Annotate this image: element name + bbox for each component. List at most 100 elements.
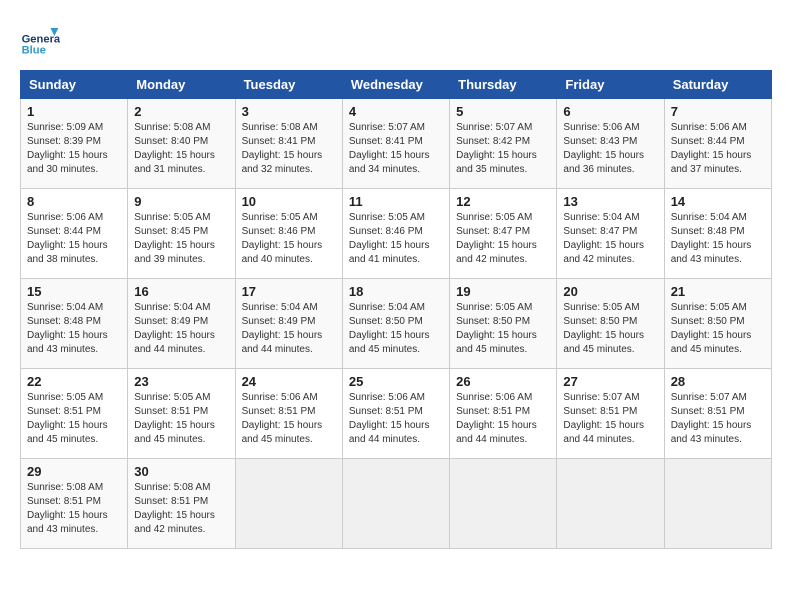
table-row: 28 Sunrise: 5:07 AMSunset: 8:51 PMDaylig… xyxy=(664,369,771,459)
day-number: 28 xyxy=(671,374,765,389)
day-number: 19 xyxy=(456,284,550,299)
day-info: Sunrise: 5:04 AMSunset: 8:49 PMDaylight:… xyxy=(134,302,215,355)
day-info: Sunrise: 5:07 AMSunset: 8:51 PMDaylight:… xyxy=(671,392,752,445)
table-row: 22 Sunrise: 5:05 AMSunset: 8:51 PMDaylig… xyxy=(21,369,128,459)
day-info: Sunrise: 5:07 AMSunset: 8:41 PMDaylight:… xyxy=(349,122,430,175)
day-number: 13 xyxy=(563,194,657,209)
day-number: 8 xyxy=(27,194,121,209)
day-info: Sunrise: 5:05 AMSunset: 8:46 PMDaylight:… xyxy=(242,212,323,265)
table-row: 5 Sunrise: 5:07 AMSunset: 8:42 PMDayligh… xyxy=(450,99,557,189)
table-row: 1 Sunrise: 5:09 AMSunset: 8:39 PMDayligh… xyxy=(21,99,128,189)
day-number: 25 xyxy=(349,374,443,389)
day-info: Sunrise: 5:04 AMSunset: 8:50 PMDaylight:… xyxy=(349,302,430,355)
col-header-friday: Friday xyxy=(557,71,664,99)
table-row: 25 Sunrise: 5:06 AMSunset: 8:51 PMDaylig… xyxy=(342,369,449,459)
day-info: Sunrise: 5:08 AMSunset: 8:51 PMDaylight:… xyxy=(134,482,215,535)
day-number: 11 xyxy=(349,194,443,209)
col-header-sunday: Sunday xyxy=(21,71,128,99)
day-number: 17 xyxy=(242,284,336,299)
day-info: Sunrise: 5:07 AMSunset: 8:51 PMDaylight:… xyxy=(563,392,644,445)
table-row: 11 Sunrise: 5:05 AMSunset: 8:46 PMDaylig… xyxy=(342,189,449,279)
table-row xyxy=(342,459,449,549)
table-row xyxy=(557,459,664,549)
day-number: 22 xyxy=(27,374,121,389)
day-number: 27 xyxy=(563,374,657,389)
day-number: 3 xyxy=(242,104,336,119)
table-row: 4 Sunrise: 5:07 AMSunset: 8:41 PMDayligh… xyxy=(342,99,449,189)
day-number: 24 xyxy=(242,374,336,389)
day-number: 14 xyxy=(671,194,765,209)
day-number: 21 xyxy=(671,284,765,299)
table-row: 26 Sunrise: 5:06 AMSunset: 8:51 PMDaylig… xyxy=(450,369,557,459)
day-info: Sunrise: 5:05 AMSunset: 8:50 PMDaylight:… xyxy=(456,302,537,355)
table-row: 7 Sunrise: 5:06 AMSunset: 8:44 PMDayligh… xyxy=(664,99,771,189)
day-info: Sunrise: 5:06 AMSunset: 8:43 PMDaylight:… xyxy=(563,122,644,175)
day-info: Sunrise: 5:05 AMSunset: 8:50 PMDaylight:… xyxy=(563,302,644,355)
day-info: Sunrise: 5:04 AMSunset: 8:48 PMDaylight:… xyxy=(27,302,108,355)
table-row: 30 Sunrise: 5:08 AMSunset: 8:51 PMDaylig… xyxy=(128,459,235,549)
table-row: 13 Sunrise: 5:04 AMSunset: 8:47 PMDaylig… xyxy=(557,189,664,279)
day-number: 10 xyxy=(242,194,336,209)
day-info: Sunrise: 5:06 AMSunset: 8:51 PMDaylight:… xyxy=(456,392,537,445)
table-row: 14 Sunrise: 5:04 AMSunset: 8:48 PMDaylig… xyxy=(664,189,771,279)
table-row: 24 Sunrise: 5:06 AMSunset: 8:51 PMDaylig… xyxy=(235,369,342,459)
table-row: 3 Sunrise: 5:08 AMSunset: 8:41 PMDayligh… xyxy=(235,99,342,189)
table-row: 21 Sunrise: 5:05 AMSunset: 8:50 PMDaylig… xyxy=(664,279,771,369)
day-number: 4 xyxy=(349,104,443,119)
table-row: 17 Sunrise: 5:04 AMSunset: 8:49 PMDaylig… xyxy=(235,279,342,369)
day-number: 20 xyxy=(563,284,657,299)
day-number: 6 xyxy=(563,104,657,119)
table-row: 16 Sunrise: 5:04 AMSunset: 8:49 PMDaylig… xyxy=(128,279,235,369)
table-row: 6 Sunrise: 5:06 AMSunset: 8:43 PMDayligh… xyxy=(557,99,664,189)
col-header-thursday: Thursday xyxy=(450,71,557,99)
day-number: 26 xyxy=(456,374,550,389)
table-row: 8 Sunrise: 5:06 AMSunset: 8:44 PMDayligh… xyxy=(21,189,128,279)
day-number: 18 xyxy=(349,284,443,299)
day-info: Sunrise: 5:05 AMSunset: 8:45 PMDaylight:… xyxy=(134,212,215,265)
day-number: 15 xyxy=(27,284,121,299)
day-info: Sunrise: 5:04 AMSunset: 8:48 PMDaylight:… xyxy=(671,212,752,265)
day-info: Sunrise: 5:05 AMSunset: 8:51 PMDaylight:… xyxy=(134,392,215,445)
table-row: 23 Sunrise: 5:05 AMSunset: 8:51 PMDaylig… xyxy=(128,369,235,459)
day-info: Sunrise: 5:07 AMSunset: 8:42 PMDaylight:… xyxy=(456,122,537,175)
day-info: Sunrise: 5:05 AMSunset: 8:50 PMDaylight:… xyxy=(671,302,752,355)
col-header-tuesday: Tuesday xyxy=(235,71,342,99)
day-number: 29 xyxy=(27,464,121,479)
table-row: 12 Sunrise: 5:05 AMSunset: 8:47 PMDaylig… xyxy=(450,189,557,279)
day-info: Sunrise: 5:06 AMSunset: 8:51 PMDaylight:… xyxy=(242,392,323,445)
day-number: 16 xyxy=(134,284,228,299)
day-info: Sunrise: 5:05 AMSunset: 8:51 PMDaylight:… xyxy=(27,392,108,445)
svg-text:Blue: Blue xyxy=(22,45,46,57)
day-info: Sunrise: 5:06 AMSunset: 8:44 PMDaylight:… xyxy=(27,212,108,265)
day-number: 2 xyxy=(134,104,228,119)
day-number: 30 xyxy=(134,464,228,479)
col-header-monday: Monday xyxy=(128,71,235,99)
table-row: 27 Sunrise: 5:07 AMSunset: 8:51 PMDaylig… xyxy=(557,369,664,459)
day-number: 1 xyxy=(27,104,121,119)
col-header-wednesday: Wednesday xyxy=(342,71,449,99)
day-info: Sunrise: 5:06 AMSunset: 8:44 PMDaylight:… xyxy=(671,122,752,175)
table-row: 29 Sunrise: 5:08 AMSunset: 8:51 PMDaylig… xyxy=(21,459,128,549)
day-info: Sunrise: 5:08 AMSunset: 8:51 PMDaylight:… xyxy=(27,482,108,535)
day-number: 23 xyxy=(134,374,228,389)
day-number: 7 xyxy=(671,104,765,119)
logo: General Blue xyxy=(20,20,64,60)
day-info: Sunrise: 5:05 AMSunset: 8:46 PMDaylight:… xyxy=(349,212,430,265)
table-row: 2 Sunrise: 5:08 AMSunset: 8:40 PMDayligh… xyxy=(128,99,235,189)
table-row: 15 Sunrise: 5:04 AMSunset: 8:48 PMDaylig… xyxy=(21,279,128,369)
table-row: 19 Sunrise: 5:05 AMSunset: 8:50 PMDaylig… xyxy=(450,279,557,369)
day-info: Sunrise: 5:04 AMSunset: 8:49 PMDaylight:… xyxy=(242,302,323,355)
table-row: 9 Sunrise: 5:05 AMSunset: 8:45 PMDayligh… xyxy=(128,189,235,279)
col-header-saturday: Saturday xyxy=(664,71,771,99)
calendar-table: SundayMondayTuesdayWednesdayThursdayFrid… xyxy=(20,70,772,549)
table-row: 10 Sunrise: 5:05 AMSunset: 8:46 PMDaylig… xyxy=(235,189,342,279)
table-row xyxy=(450,459,557,549)
day-number: 12 xyxy=(456,194,550,209)
day-number: 5 xyxy=(456,104,550,119)
day-info: Sunrise: 5:08 AMSunset: 8:41 PMDaylight:… xyxy=(242,122,323,175)
day-info: Sunrise: 5:06 AMSunset: 8:51 PMDaylight:… xyxy=(349,392,430,445)
day-info: Sunrise: 5:05 AMSunset: 8:47 PMDaylight:… xyxy=(456,212,537,265)
table-row: 18 Sunrise: 5:04 AMSunset: 8:50 PMDaylig… xyxy=(342,279,449,369)
table-row xyxy=(664,459,771,549)
table-row xyxy=(235,459,342,549)
